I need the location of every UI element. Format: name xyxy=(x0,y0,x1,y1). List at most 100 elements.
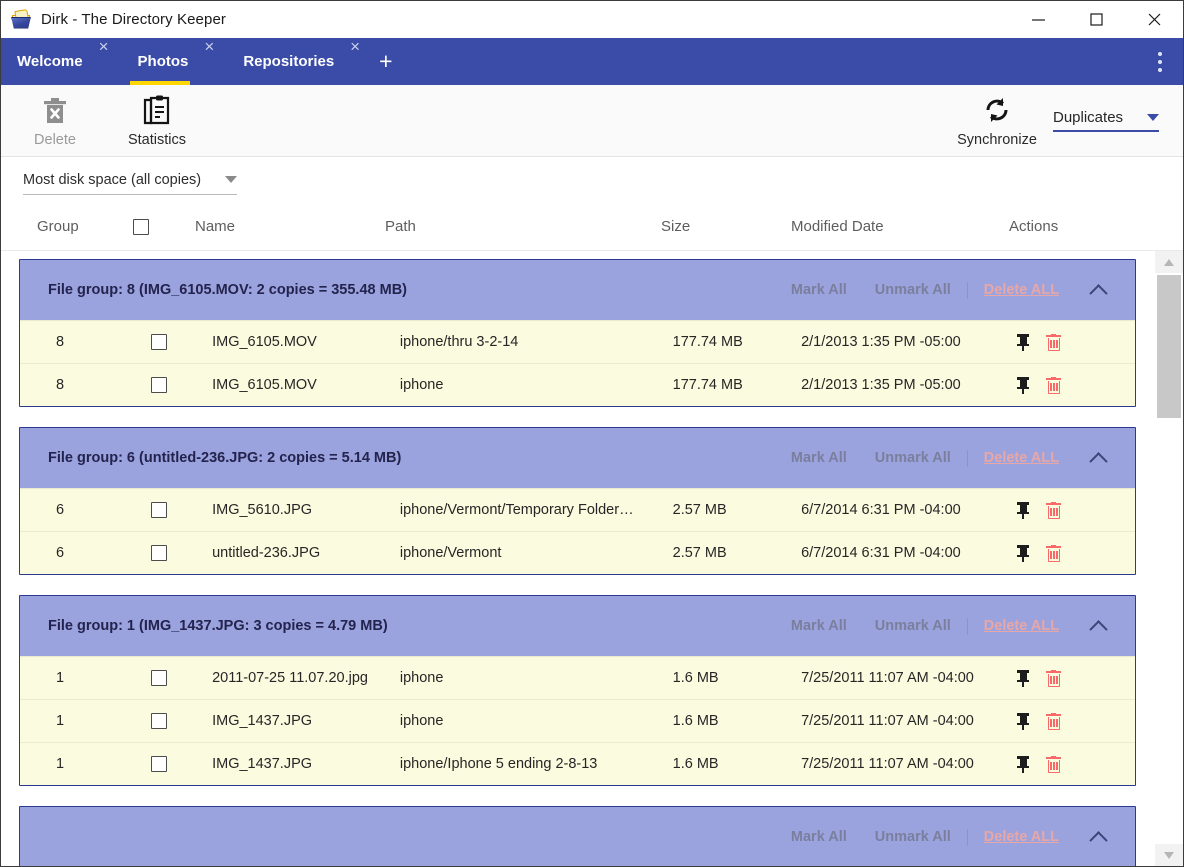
sort-value: Most disk space (all copies) xyxy=(23,171,202,188)
pin-icon[interactable] xyxy=(1016,376,1030,394)
cell-group: 8 xyxy=(56,334,65,350)
trash-icon[interactable] xyxy=(1046,544,1062,562)
new-tab-button[interactable]: + xyxy=(369,38,402,85)
table-row[interactable]: 6 untitled-236.JPG iphone/Vermont 2.57 MB 6/… xyxy=(20,531,1135,574)
table-row[interactable]: 1 IMG_1437.JPG iphone/Iphone 5 ending 2-8-… xyxy=(20,742,1135,785)
select-all-checkbox[interactable] xyxy=(133,218,195,235)
file-group-header: File group: 6 (untitled-236.JPG: 2 copie… xyxy=(20,428,1135,488)
column-header-modified-date[interactable]: Modified Date xyxy=(791,218,1009,235)
unmark-all-button[interactable]: Unmark All xyxy=(861,450,965,466)
unmark-all-button[interactable]: Unmark All xyxy=(861,618,965,634)
checkbox-unchecked xyxy=(150,756,167,772)
trash-icon[interactable] xyxy=(1046,669,1062,687)
trash-icon[interactable] xyxy=(1046,333,1062,351)
tab-bar: Welcome × Photos × Repositories × + xyxy=(1,38,1183,85)
row-checkbox[interactable] xyxy=(150,713,212,729)
synchronize-button[interactable]: Synchronize xyxy=(951,94,1043,148)
column-header-name[interactable]: Name xyxy=(195,218,385,235)
delete-all-button[interactable]: Delete ALL xyxy=(970,618,1075,634)
row-checkbox[interactable] xyxy=(150,756,212,772)
mark-all-button[interactable]: Mark All xyxy=(777,450,861,466)
chevron-up-icon[interactable] xyxy=(1075,283,1121,303)
pin-icon[interactable] xyxy=(1016,712,1030,730)
maximize-icon[interactable] xyxy=(1067,1,1125,38)
checkbox-unchecked xyxy=(150,670,167,686)
file-group-header: File group: 1 (IMG_1437.JPG: 3 copies = … xyxy=(20,596,1135,656)
unmark-all-button[interactable]: Unmark All xyxy=(861,282,965,298)
chevron-up-icon[interactable] xyxy=(1075,451,1121,471)
column-header-group[interactable]: Group xyxy=(1,218,133,235)
delete-button[interactable]: Delete xyxy=(9,94,101,148)
row-checkbox[interactable] xyxy=(150,502,212,518)
trash-icon[interactable] xyxy=(1046,755,1062,773)
pin-icon[interactable] xyxy=(1016,333,1030,351)
column-header-path[interactable]: Path xyxy=(385,218,661,235)
trash-icon[interactable] xyxy=(1046,376,1062,394)
cell-actions xyxy=(1016,376,1135,394)
pin-icon[interactable] xyxy=(1016,669,1030,687)
minimize-icon[interactable] xyxy=(1009,1,1067,38)
divider xyxy=(966,828,968,846)
scroll-thumb[interactable] xyxy=(1157,275,1181,418)
pin-icon[interactable] xyxy=(1016,501,1030,519)
tab-close-welcome[interactable]: × xyxy=(85,38,122,85)
table-row[interactable]: 1 IMG_1437.JPG iphone 1.6 MB 7/25/2011 11:07… xyxy=(20,699,1135,742)
table-row[interactable]: 1 2011-07-25 11.07.20.jpg iphone 1.6 MB 7/25… xyxy=(20,656,1135,699)
chevron-down-icon xyxy=(1147,114,1159,121)
sort-dropdown[interactable]: Most disk space (all copies) xyxy=(23,166,237,195)
delete-all-button[interactable]: Delete ALL xyxy=(970,450,1075,466)
checkbox-unchecked xyxy=(133,218,149,235)
tab-photos[interactable]: Photos xyxy=(122,38,191,85)
vertical-scrollbar[interactable] xyxy=(1154,251,1183,866)
trash-icon[interactable] xyxy=(1046,712,1062,730)
row-checkbox[interactable] xyxy=(150,545,212,561)
file-group: File group: 6 (untitled-236.JPG: 2 copie… xyxy=(19,427,1136,575)
cell-path: iphone xyxy=(399,670,444,686)
table-row[interactable]: 6 IMG_5610.JPG iphone/Vermont/Temporary Fo… xyxy=(20,488,1135,531)
table-header: Group Name Path Size Modified Date Actio… xyxy=(1,203,1183,251)
mark-all-button[interactable]: Mark All xyxy=(777,282,861,298)
view-mode-dropdown[interactable]: Duplicates xyxy=(1053,109,1159,132)
pin-icon[interactable] xyxy=(1016,755,1030,773)
row-checkbox[interactable] xyxy=(150,377,212,393)
cell-group: 1 xyxy=(56,713,65,729)
delete-all-button[interactable]: Delete ALL xyxy=(970,829,1075,845)
scroll-up-icon[interactable] xyxy=(1155,251,1183,273)
file-group-list: File group: 8 (IMG_6105.MOV: 2 copies = … xyxy=(1,251,1154,866)
file-group-title: File group: 6 (untitled-236.JPG: 2 copie… xyxy=(48,450,402,466)
mark-all-button[interactable]: Mark All xyxy=(777,829,861,845)
scroll-down-icon[interactable] xyxy=(1155,844,1183,866)
delete-all-button[interactable]: Delete ALL xyxy=(970,282,1075,298)
mark-all-button[interactable]: Mark All xyxy=(777,618,861,634)
tab-repositories[interactable]: Repositories xyxy=(227,38,336,85)
kebab-menu-icon[interactable] xyxy=(1137,38,1183,85)
cell-name: IMG_1437.JPG xyxy=(212,713,313,729)
statistics-button[interactable]: Statistics xyxy=(111,94,203,148)
column-header-size[interactable]: Size xyxy=(661,218,791,235)
close-icon[interactable] xyxy=(1125,1,1183,38)
column-header-actions: Actions xyxy=(1009,218,1059,235)
trash-icon[interactable] xyxy=(1046,501,1062,519)
chevron-up-icon[interactable] xyxy=(1075,619,1121,639)
cell-name: 2011-07-25 11.07.20.jpg xyxy=(212,670,368,686)
delete-label: Delete xyxy=(34,131,76,148)
unmark-all-button[interactable]: Unmark All xyxy=(861,829,965,845)
cell-modified-date: 2/1/2013 1:35 PM -05:00 xyxy=(801,334,961,350)
cell-path: iphone/Vermont/Temporary Folder… xyxy=(399,502,634,518)
scrollbar-track[interactable] xyxy=(1155,273,1183,844)
chevron-down-icon xyxy=(225,176,237,183)
file-group-header: File group: 8 (IMG_6105.MOV: 2 copies = … xyxy=(20,260,1135,320)
row-checkbox[interactable] xyxy=(150,670,212,686)
tab-label: Welcome xyxy=(17,53,83,70)
file-group-title: File group: 1 (IMG_1437.JPG: 3 copies = … xyxy=(48,618,388,634)
tab-welcome[interactable]: Welcome xyxy=(1,38,85,85)
window-controls xyxy=(1009,1,1183,38)
table-row[interactable]: 8 IMG_6105.MOV iphone/thru 3-2-14 177.74 MB… xyxy=(20,320,1135,363)
tab-close-photos[interactable]: × xyxy=(190,38,227,85)
cell-actions xyxy=(1016,712,1135,730)
table-row[interactable]: 8 IMG_6105.MOV iphone 177.74 MB 2/1/2013 1:3… xyxy=(20,363,1135,406)
chevron-up-icon[interactable] xyxy=(1075,830,1121,850)
tab-close-repositories[interactable]: × xyxy=(336,38,373,85)
pin-icon[interactable] xyxy=(1016,544,1030,562)
row-checkbox[interactable] xyxy=(150,334,212,350)
